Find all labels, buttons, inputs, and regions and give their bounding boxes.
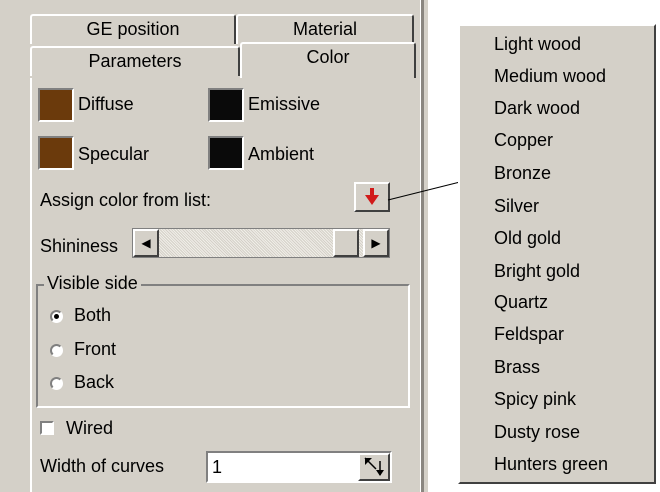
radio-both[interactable]: [50, 310, 63, 323]
specular-swatch[interactable]: [38, 136, 74, 170]
spin-up-down-icon[interactable]: [358, 453, 390, 481]
slider-thumb[interactable]: [333, 229, 359, 257]
tab-material-label: Material: [292, 19, 358, 39]
list-item[interactable]: Spicy pink: [494, 389, 576, 410]
arrow-right-icon[interactable]: ▶: [363, 229, 389, 257]
emissive-swatch[interactable]: [208, 88, 244, 122]
list-item[interactable]: Feldspar: [494, 324, 564, 345]
assign-color-label: Assign color from list:: [40, 190, 212, 210]
list-item[interactable]: Dark wood: [494, 98, 580, 119]
emissive-label: Emissive: [248, 94, 321, 114]
tab-parameters[interactable]: Parameters: [30, 46, 240, 76]
visible-side-title: Visible side: [44, 273, 141, 294]
list-item[interactable]: Silver: [494, 196, 539, 217]
specular-label: Specular: [78, 144, 150, 164]
tab-color-label: Color: [306, 47, 350, 67]
list-item[interactable]: Quartz: [494, 292, 548, 313]
list-item[interactable]: Dusty rose: [494, 422, 580, 443]
width-of-curves-label: Width of curves: [40, 456, 165, 476]
radio-back[interactable]: [50, 377, 63, 390]
red-down-arrow-icon: [365, 188, 379, 205]
arrow-left-icon[interactable]: ◀: [133, 229, 159, 257]
list-item[interactable]: Hunters green: [494, 454, 608, 475]
tab-ge-position[interactable]: GE position: [30, 14, 236, 44]
diffuse-swatch[interactable]: [38, 88, 74, 122]
width-of-curves-value: 1: [212, 457, 223, 477]
list-item[interactable]: Medium wood: [494, 66, 606, 87]
tab-ge-position-label: GE position: [86, 19, 180, 39]
list-item[interactable]: Light wood: [494, 34, 581, 55]
shininess-label: Shininess: [40, 236, 119, 256]
panel-border: [420, 0, 424, 492]
ambient-label: Ambient: [248, 144, 315, 164]
list-item[interactable]: Copper: [494, 130, 553, 151]
radio-both-label: Both: [74, 305, 112, 325]
assign-color-button[interactable]: [354, 182, 390, 212]
ambient-swatch[interactable]: [208, 136, 244, 170]
diffuse-label: Diffuse: [78, 94, 134, 114]
radio-front-label: Front: [74, 339, 117, 359]
tab-color[interactable]: Color: [240, 42, 416, 78]
list-item[interactable]: Bronze: [494, 163, 551, 184]
radio-selected-dot: [54, 314, 59, 319]
wired-label: Wired: [66, 418, 114, 438]
wired-checkbox[interactable]: [40, 421, 54, 435]
color-preset-list: Light wood Medium wood Dark wood Copper …: [458, 24, 656, 484]
list-item[interactable]: Brass: [494, 357, 540, 378]
shininess-slider[interactable]: ◀ ▶: [132, 228, 390, 258]
list-item[interactable]: Old gold: [494, 228, 561, 249]
radio-back-label: Back: [74, 372, 115, 392]
radio-front[interactable]: [50, 344, 63, 357]
list-item[interactable]: Bright gold: [494, 261, 580, 282]
tab-material[interactable]: Material: [236, 14, 414, 44]
properties-panel: GE position Material Parameters Color Di…: [0, 0, 428, 492]
tab-parameters-label: Parameters: [88, 51, 182, 71]
spin-arrows-icon: [364, 457, 384, 476]
